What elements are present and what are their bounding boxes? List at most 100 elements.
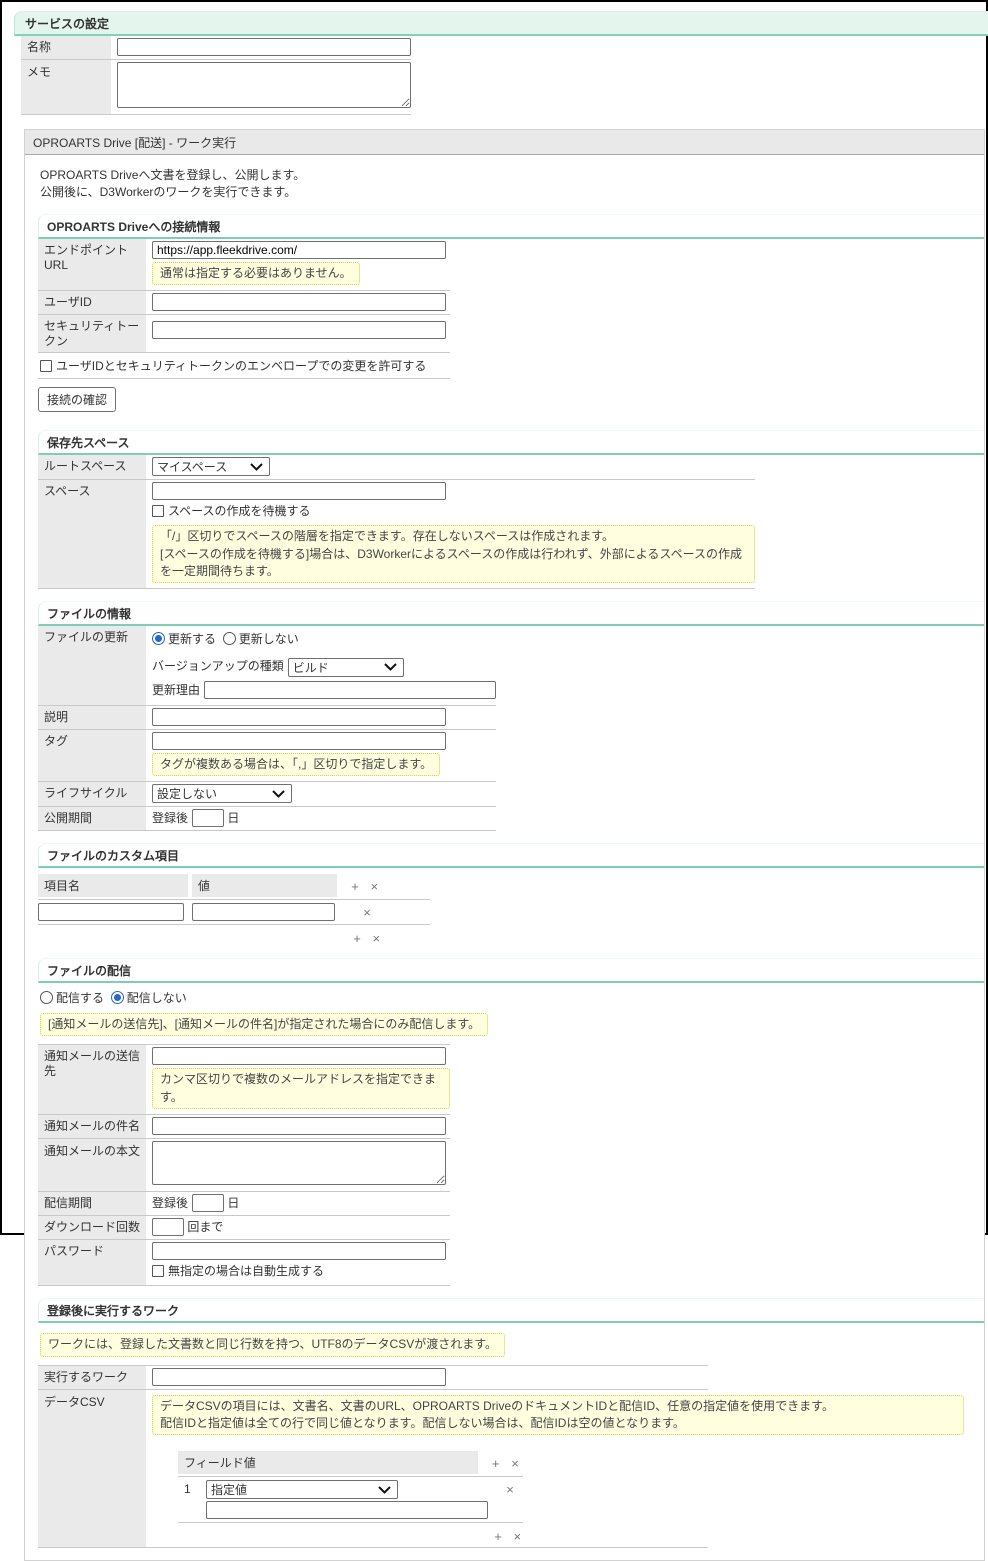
endpoint-label: エンドポイントURL bbox=[38, 239, 146, 290]
space-input[interactable] bbox=[152, 482, 446, 500]
publish-period-label: 公開期間 bbox=[38, 807, 146, 830]
envelope-change-checkbox-label: ユーザIDとセキュリティトークンのエンベロープでの変更を許可する bbox=[56, 359, 426, 373]
version-type-select[interactable]: ビルド bbox=[288, 658, 404, 677]
update-no-label: 更新しない bbox=[239, 632, 299, 646]
custom-field-name-header: 項目名 bbox=[38, 874, 188, 897]
description-line-1: OPROARTS Driveへ文書を登録し、公開します。 bbox=[40, 167, 984, 184]
remove-row-icon[interactable]: × bbox=[368, 931, 384, 946]
data-csv-note-line-1: データCSVの項目には、文書名、文書のURL、OPROARTS Driveのドキ… bbox=[160, 1399, 834, 1413]
service-name-input[interactable] bbox=[117, 38, 411, 56]
delivery-period-prefix: 登録後 bbox=[152, 1196, 188, 1210]
panel-title: OPROARTS Drive [配送] - ワーク実行 bbox=[25, 129, 984, 155]
endpoint-url-input[interactable] bbox=[152, 241, 446, 259]
custom-fields-section-header: ファイルのカスタム項目 bbox=[38, 843, 984, 868]
add-row-icon[interactable]: + bbox=[349, 931, 365, 946]
version-type-label: バージョンアップの種類 bbox=[152, 659, 284, 673]
service-settings-header: サービスの設定 bbox=[14, 11, 988, 36]
custom-field-value-header: 値 bbox=[192, 874, 337, 897]
space-section: ルートスペース マイスペース スペース スペースの作成を待機する 「/」 bbox=[38, 455, 755, 589]
space-note: 「/」区切りでスペースの階層を指定できます。存在しないスペースは作成されます。 … bbox=[152, 525, 755, 583]
remove-row-icon[interactable]: × bbox=[509, 1529, 525, 1544]
mail-body-label: 通知メールの本文 bbox=[38, 1139, 146, 1191]
delivery-period-label: 配信期間 bbox=[38, 1192, 146, 1215]
tag-label: タグ bbox=[38, 730, 146, 781]
user-id-input[interactable] bbox=[152, 293, 446, 311]
service-memo-textarea[interactable] bbox=[117, 62, 411, 108]
chevron-down-icon bbox=[370, 1483, 391, 1497]
update-yes-label: 更新する bbox=[168, 632, 216, 646]
mail-to-input[interactable] bbox=[152, 1047, 446, 1065]
remove-row-icon[interactable]: × bbox=[366, 879, 382, 894]
lifecycle-selected-value: 設定しない bbox=[157, 785, 217, 802]
mail-to-note: カンマ区切りで複数のメールアドレスを指定できます。 bbox=[152, 1068, 450, 1109]
work-section: ワークには、登録した文書数と同じ行数を持つ、UTF8のデータCSVが渡されます。… bbox=[38, 1330, 984, 1548]
chevron-down-icon bbox=[264, 787, 285, 801]
lifecycle-select[interactable]: 設定しない bbox=[152, 784, 292, 803]
file-update-label: ファイルの更新 bbox=[38, 626, 146, 704]
publish-period-suffix: 日 bbox=[227, 811, 239, 825]
space-section-header: 保存先スペース bbox=[38, 430, 984, 455]
custom-field-value-input[interactable] bbox=[192, 903, 335, 921]
csv-field-type-selected-value: 指定値 bbox=[211, 1481, 247, 1498]
update-no-radio[interactable] bbox=[223, 632, 236, 645]
mail-body-textarea[interactable] bbox=[152, 1141, 446, 1185]
csv-field-value-header: フィールド値 bbox=[178, 1451, 478, 1474]
security-token-label: セキュリティトークン bbox=[38, 315, 146, 352]
custom-field-name-input[interactable] bbox=[38, 903, 184, 921]
root-space-select[interactable]: マイスペース bbox=[152, 457, 270, 476]
tag-note: タグが複数ある場合は、「,」区切りで指定します。 bbox=[152, 753, 440, 776]
chevron-down-icon bbox=[376, 660, 397, 674]
wait-space-creation-label: スペースの作成を待機する bbox=[168, 504, 311, 518]
update-yes-radio[interactable] bbox=[152, 632, 165, 645]
connection-section: エンドポイントURL 通常は指定する必要はありません。 ユーザID セキュリティ… bbox=[38, 239, 450, 418]
mail-to-label: 通知メールの送信先 bbox=[38, 1045, 146, 1114]
file-description-label: 説明 bbox=[38, 706, 146, 729]
download-count-label: ダウンロード回数 bbox=[38, 1216, 146, 1239]
remove-row-icon[interactable]: × bbox=[507, 1456, 523, 1471]
remove-row-icon[interactable]: × bbox=[359, 905, 375, 920]
remove-row-icon[interactable]: × bbox=[502, 1482, 518, 1497]
mail-subject-label: 通知メールの件名 bbox=[38, 1115, 146, 1138]
memo-label: メモ bbox=[21, 60, 111, 114]
add-row-icon[interactable]: + bbox=[347, 879, 363, 894]
delivery-section-header: ファイルの配信 bbox=[38, 958, 984, 983]
data-csv-note: データCSVの項目には、文書名、文書のURL、OPROARTS Driveのドキ… bbox=[152, 1395, 964, 1436]
update-reason-input[interactable] bbox=[204, 681, 496, 699]
csv-field-table: フィールド値 + × 1 指定値 bbox=[178, 1451, 523, 1544]
deliver-yes-radio[interactable] bbox=[40, 991, 53, 1004]
password-label: パスワード bbox=[38, 1240, 146, 1285]
csv-field-type-select[interactable]: 指定値 bbox=[206, 1480, 398, 1499]
tag-input[interactable] bbox=[152, 732, 446, 750]
publish-days-input[interactable] bbox=[192, 809, 224, 827]
download-count-suffix: 回まで bbox=[187, 1220, 223, 1234]
download-count-input[interactable] bbox=[152, 1218, 184, 1236]
csv-row-number: 1 bbox=[178, 1480, 206, 1496]
delivery-section: 配信する 配信しない [通知メールの送信先]、[通知メールの件名]が指定された場… bbox=[38, 989, 984, 1286]
deliver-yes-label: 配信する bbox=[56, 991, 104, 1005]
work-name-label: 実行するワーク bbox=[38, 1366, 146, 1389]
delivery-days-input[interactable] bbox=[192, 1194, 224, 1212]
connection-test-button[interactable]: 接続の確認 bbox=[38, 387, 116, 412]
work-name-input[interactable] bbox=[152, 1368, 446, 1386]
panel-description: OPROARTS Driveへ文書を登録し、公開します。 公開後に、D3Work… bbox=[40, 167, 984, 202]
name-row: 名称 bbox=[21, 36, 411, 60]
wait-space-creation-checkbox[interactable] bbox=[152, 505, 164, 517]
drive-work-panel: OPROARTS Drive [配送] - ワーク実行 OPROARTS Dri… bbox=[24, 129, 985, 1561]
mail-subject-input[interactable] bbox=[152, 1117, 446, 1135]
file-info-section-header: ファイルの情報 bbox=[38, 601, 984, 626]
csv-field-value-input[interactable] bbox=[206, 1501, 488, 1519]
auto-generate-password-checkbox[interactable] bbox=[152, 1265, 164, 1277]
file-description-input[interactable] bbox=[152, 708, 446, 726]
memo-row: メモ bbox=[21, 60, 411, 115]
data-csv-note-line-2: 配信IDと指定値は全ての行で同じ値となります。配信しない場合は、配信IDは空の値… bbox=[160, 1416, 685, 1430]
deliver-no-radio[interactable] bbox=[111, 991, 124, 1004]
add-row-icon[interactable]: + bbox=[490, 1529, 506, 1544]
add-row-icon[interactable]: + bbox=[488, 1456, 504, 1471]
deliver-no-label: 配信しない bbox=[127, 991, 187, 1005]
publish-period-prefix: 登録後 bbox=[152, 811, 188, 825]
security-token-input[interactable] bbox=[152, 321, 446, 339]
space-label: スペース bbox=[38, 480, 146, 588]
password-input[interactable] bbox=[152, 1242, 446, 1260]
envelope-change-checkbox[interactable] bbox=[40, 360, 52, 372]
work-note: ワークには、登録した文書数と同じ行数を持つ、UTF8のデータCSVが渡されます。 bbox=[40, 1333, 505, 1356]
